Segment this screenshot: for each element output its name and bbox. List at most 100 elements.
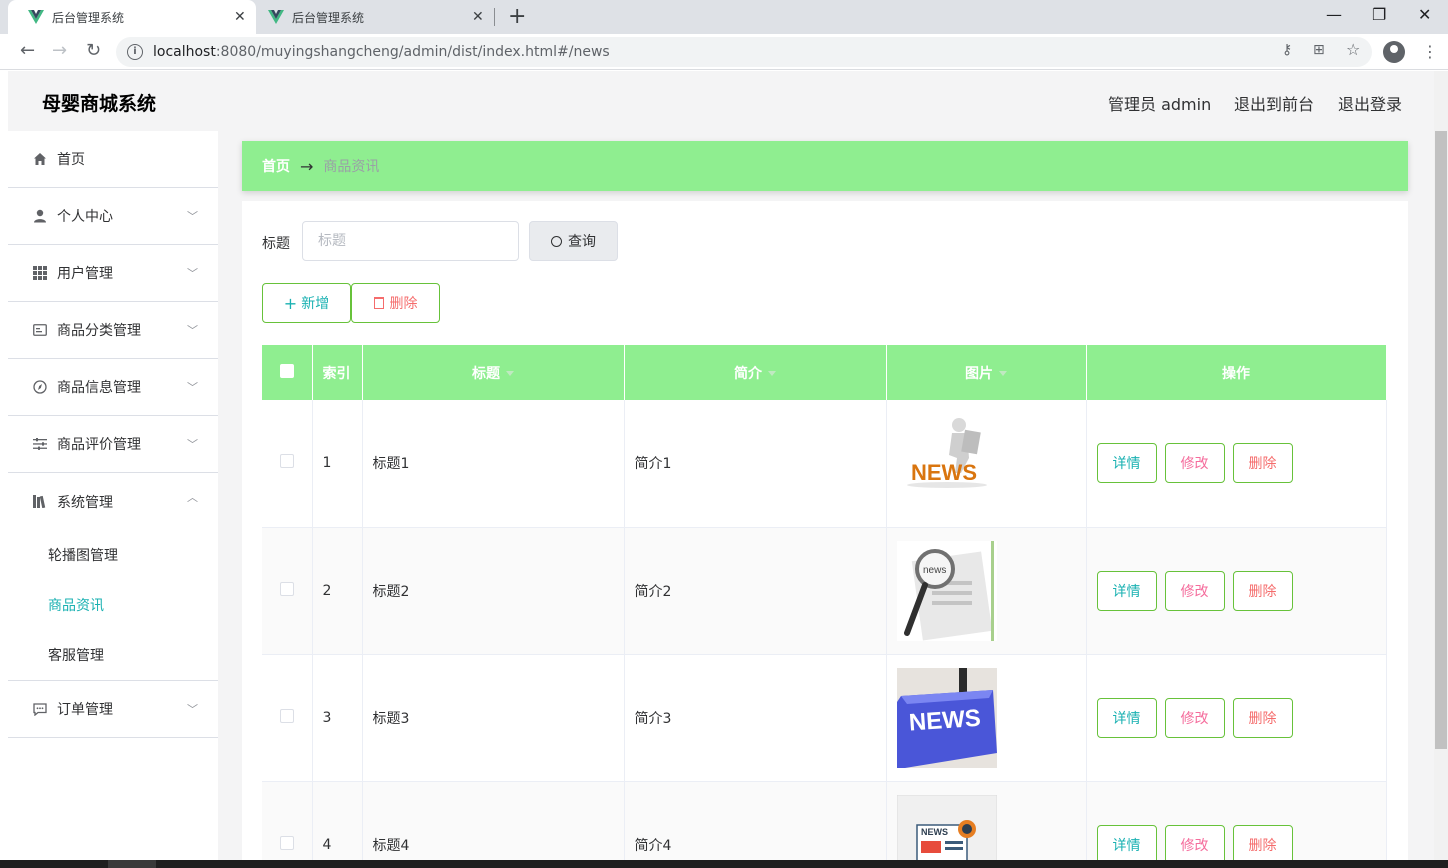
submenu-item-customer-service[interactable]: 客服管理 xyxy=(8,630,218,680)
grid-icon xyxy=(32,266,47,281)
row-checkbox[interactable] xyxy=(280,454,294,468)
select-all-checkbox[interactable] xyxy=(280,364,294,378)
cell-title: 标题2 xyxy=(362,527,624,654)
cell-intro: 简介1 xyxy=(624,400,886,527)
sidebar-item-review-management[interactable]: 商品评价管理 ﹀ xyxy=(8,416,218,473)
delete-button[interactable]: 删除 xyxy=(1233,825,1293,861)
news-panel: 标题 查询 + 新增 删除 索引 xyxy=(242,201,1408,860)
edit-button[interactable]: 修改 xyxy=(1165,443,1225,483)
restore-icon[interactable]: ❐ xyxy=(1372,5,1386,24)
column-header-label: 标题 xyxy=(472,366,500,382)
submenu-item-carousel[interactable]: 轮播图管理 xyxy=(8,530,218,580)
back-icon[interactable]: ← xyxy=(20,40,35,61)
minimize-icon[interactable]: — xyxy=(1326,5,1342,24)
app-header: 母婴商城系统 管理员 admin 退出到前台 退出登录 xyxy=(8,71,1434,131)
key-icon[interactable]: ⚷ xyxy=(1282,42,1292,58)
profile-avatar[interactable] xyxy=(1383,41,1405,63)
info-icon[interactable]: i xyxy=(127,44,143,60)
sidebar-item-system-management[interactable]: 系统管理 ︿ xyxy=(8,473,218,530)
delete-button[interactable]: 删除 xyxy=(1233,571,1293,611)
news-table: 索引 标题 简介 图片 操作 1 标题1 简介1 xyxy=(262,345,1387,860)
edit-button[interactable]: 修改 xyxy=(1165,698,1225,738)
tab-separator xyxy=(494,8,495,26)
cell-index: 1 xyxy=(312,400,362,527)
svg-text:NEWS: NEWS xyxy=(907,704,981,736)
sidebar-item-product-management[interactable]: 商品信息管理 ﹀ xyxy=(8,359,218,416)
column-header-label: 简介 xyxy=(734,366,762,382)
sidebar-item-label: 个人中心 xyxy=(57,206,113,226)
delete-button[interactable]: 删除 xyxy=(1233,443,1293,483)
cell-actions: 详情修改删除 xyxy=(1086,781,1386,860)
scrollbar-thumb[interactable] xyxy=(1435,131,1447,749)
cell-image: NEWS xyxy=(886,400,1086,527)
window-close-icon[interactable]: ✕ xyxy=(1418,5,1431,24)
column-header-intro[interactable]: 简介 xyxy=(624,345,886,400)
detail-button[interactable]: 详情 xyxy=(1097,443,1157,483)
column-header-title[interactable]: 标题 xyxy=(362,345,624,400)
edit-button[interactable]: 修改 xyxy=(1165,825,1225,861)
browser-tab-active[interactable]: 后台管理系统 ✕ xyxy=(8,0,256,34)
sidebar-item-order-management[interactable]: 订单管理 ﹀ xyxy=(8,681,218,738)
plus-icon: + xyxy=(284,294,297,313)
browser-tab[interactable]: 后台管理系统 ✕ xyxy=(260,0,492,34)
news-thumbnail-image: NEWS xyxy=(897,413,997,513)
add-button-label: 新增 xyxy=(301,293,329,313)
sort-icon[interactable] xyxy=(506,371,514,376)
delete-button[interactable]: 删除 xyxy=(1233,698,1293,738)
breadcrumb-current: 商品资讯 xyxy=(323,156,379,176)
row-checkbox-cell xyxy=(262,400,312,527)
reload-icon[interactable]: ↻ xyxy=(86,40,101,61)
browser-menu-icon[interactable]: ⋮ xyxy=(1422,42,1438,61)
batch-delete-button[interactable]: 删除 xyxy=(351,283,440,323)
detail-button[interactable]: 详情 xyxy=(1097,571,1157,611)
cell-actions: 详情修改删除 xyxy=(1086,400,1386,527)
row-checkbox[interactable] xyxy=(280,582,294,596)
sidebar-item-user-management[interactable]: 用户管理 ﹀ xyxy=(8,245,218,302)
sort-icon[interactable] xyxy=(768,371,776,376)
chevron-down-icon: ﹀ xyxy=(187,436,198,452)
tab-close-icon[interactable]: ✕ xyxy=(472,9,484,25)
url-field[interactable]: i localhost:8080/muyingshangcheng/admin/… xyxy=(116,37,1372,67)
query-button[interactable]: 查询 xyxy=(529,221,618,261)
vue-logo-icon xyxy=(28,10,44,24)
back-to-front-link[interactable]: 退出到前台 xyxy=(1234,91,1314,115)
logout-link[interactable]: 退出登录 xyxy=(1338,91,1402,115)
chat-icon xyxy=(32,702,47,717)
column-header-image[interactable]: 图片 xyxy=(886,345,1086,400)
add-button[interactable]: + 新增 xyxy=(262,283,351,323)
new-tab-icon[interactable]: + xyxy=(508,4,526,30)
system-submenu: 轮播图管理 商品资讯 客服管理 xyxy=(8,530,218,681)
detail-button[interactable]: 详情 xyxy=(1097,698,1157,738)
detail-button[interactable]: 详情 xyxy=(1097,825,1157,861)
cell-index: 2 xyxy=(312,527,362,654)
row-checkbox[interactable] xyxy=(280,836,294,850)
sidebar-item-label: 系统管理 xyxy=(57,492,113,512)
sidebar-item-category-management[interactable]: 商品分类管理 ﹀ xyxy=(8,302,218,359)
taskbar-item[interactable] xyxy=(108,860,156,868)
edit-button[interactable]: 修改 xyxy=(1165,571,1225,611)
chevron-down-icon: ﹀ xyxy=(187,265,198,281)
star-icon[interactable]: ☆ xyxy=(1346,40,1360,59)
row-checkbox[interactable] xyxy=(280,709,294,723)
sidebar-item-label: 首页 xyxy=(57,149,85,169)
user-icon xyxy=(32,209,47,224)
sidebar-item-home[interactable]: 首页 xyxy=(8,131,218,188)
vue-logo-icon xyxy=(268,10,284,24)
sidebar-item-label: 用户管理 xyxy=(57,263,113,283)
tab-title: 后台管理系统 xyxy=(292,9,364,26)
breadcrumb-home[interactable]: 首页 xyxy=(262,156,290,176)
news-thumbnail-image: NEWS xyxy=(897,795,997,861)
cell-intro: 简介4 xyxy=(624,781,886,860)
tab-close-icon[interactable]: ✕ xyxy=(234,9,246,25)
table-row: 4 标题4 简介4 NEWS xyxy=(262,781,1386,860)
breadcrumb: 首页 → 商品资讯 xyxy=(242,141,1408,191)
sidebar-item-personal-center[interactable]: 个人中心 ﹀ xyxy=(8,188,218,245)
forward-icon[interactable]: → xyxy=(52,40,67,61)
column-header-index: 索引 xyxy=(312,345,362,400)
sort-icon[interactable] xyxy=(999,371,1007,376)
search-title-input[interactable] xyxy=(302,221,519,261)
sliders-icon xyxy=(32,437,47,452)
admin-user-label: 管理员 admin xyxy=(1108,91,1211,115)
translate-icon[interactable]: ⊞ xyxy=(1313,42,1325,58)
submenu-item-product-news[interactable]: 商品资讯 xyxy=(8,580,218,630)
